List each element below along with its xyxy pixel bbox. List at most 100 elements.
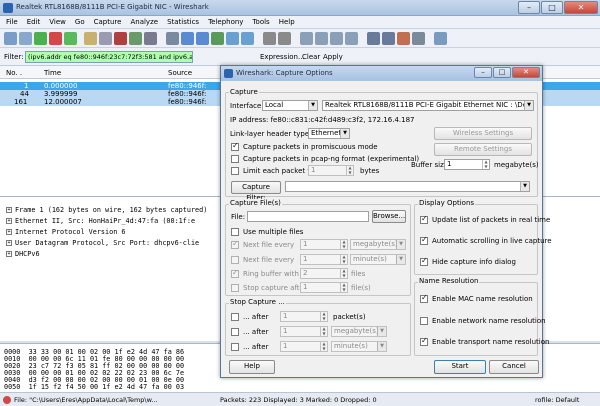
stop-after-packets-checkbox[interactable] <box>231 313 239 321</box>
detail-row-frame[interactable]: + Frame 1 (162 bytes on wire, 162 bytes c… <box>6 206 207 214</box>
network-resolution-checkbox[interactable] <box>420 317 428 325</box>
capture-filter-input[interactable]: ▼ <box>285 181 530 192</box>
promiscuous-checkbox[interactable] <box>231 141 239 151</box>
back-icon[interactable] <box>181 32 194 45</box>
maximize-button[interactable]: □ <box>541 1 563 14</box>
use-multiple-files-checkbox[interactable] <box>231 228 239 236</box>
minimize-button[interactable]: – <box>518 1 540 14</box>
menu-analyze[interactable]: Analyze <box>130 18 158 26</box>
pcapng-checkbox[interactable] <box>231 155 239 163</box>
print-icon[interactable] <box>144 32 157 45</box>
save-icon[interactable] <box>99 32 112 45</box>
last-packet-icon[interactable] <box>241 32 254 45</box>
ring-buffer-checkbox[interactable] <box>231 268 239 278</box>
next-file-time-unit-select[interactable]: minute(s) ▼ <box>350 254 406 265</box>
menu-statistics[interactable]: Statistics <box>167 18 199 26</box>
restart-capture-icon[interactable] <box>64 32 77 45</box>
colorize-icon[interactable] <box>263 32 276 45</box>
zoom-in-icon[interactable] <box>300 32 313 45</box>
auto-scroll-checkbox[interactable] <box>420 235 428 245</box>
reload-icon[interactable] <box>129 32 142 45</box>
expand-icon[interactable]: + <box>6 218 12 224</box>
menu-view[interactable]: View <box>49 18 66 26</box>
update-list-checkbox[interactable] <box>420 214 428 224</box>
expand-icon[interactable]: + <box>6 251 12 257</box>
menu-file[interactable]: File <box>6 18 18 26</box>
transport-resolution-checkbox[interactable] <box>420 336 428 346</box>
expand-icon[interactable]: + <box>6 207 12 213</box>
find-icon[interactable] <box>166 32 179 45</box>
dialog-close-button[interactable]: ✕ <box>512 67 540 78</box>
menu-capture[interactable]: Capture <box>94 18 122 26</box>
buffer-size-spinner[interactable]: 1 ▲ ▼ <box>444 159 490 170</box>
detail-row-dhcpv6[interactable]: + DHCPv6 <box>6 250 40 258</box>
status-profile[interactable]: rofile: Default <box>535 396 579 404</box>
capture-filters-icon[interactable] <box>367 32 380 45</box>
close-button[interactable]: ✕ <box>564 1 598 14</box>
coloring-rules-icon[interactable] <box>397 32 410 45</box>
next-file-time-checkbox[interactable] <box>231 256 239 264</box>
clear-button[interactable]: Clear <box>302 53 320 61</box>
next-file-size-unit-select[interactable]: megabyte(s) ▼ <box>350 239 406 250</box>
stop-after-packets-spinner[interactable]: 1 ▲ ▼ <box>280 311 328 322</box>
capture-filter-button[interactable]: Capture Filter: <box>231 181 281 202</box>
hex-row[interactable]: 0050 1f 15 f2 f4 50 00 1f e2 4d 47 fa 00… <box>4 383 184 391</box>
wireless-settings-button[interactable]: Wireless Settings <box>434 127 532 140</box>
menu-help[interactable]: Help <box>279 18 295 26</box>
stop-after-files-spinner[interactable]: 1 ▲ ▼ <box>300 282 348 293</box>
column-time[interactable]: Time <box>44 69 61 77</box>
stop-after-time-unit-select[interactable]: minute(s) ▼ <box>331 341 387 352</box>
expression-button[interactable]: Expression... <box>260 53 305 61</box>
browse-button[interactable]: Browse... <box>372 210 406 223</box>
dialog-minimize-button[interactable]: – <box>474 67 492 78</box>
hide-info-checkbox[interactable] <box>420 256 428 266</box>
preferences-icon[interactable] <box>412 32 425 45</box>
stop-after-files-checkbox[interactable] <box>231 284 239 292</box>
resize-columns-icon[interactable] <box>345 32 358 45</box>
stop-after-time-spinner[interactable]: 1 ▲ ▼ <box>280 341 328 352</box>
first-packet-icon[interactable] <box>226 32 239 45</box>
expand-icon[interactable]: + <box>6 240 12 246</box>
detail-row-ethernet[interactable]: + Ethernet II, Src: HonHaiPr_4d:47:fa (00… <box>6 217 195 225</box>
close-file-icon[interactable] <box>114 32 127 45</box>
start-capture-icon[interactable] <box>34 32 47 45</box>
link-layer-select[interactable]: Ethernet ▼ <box>308 128 350 139</box>
next-file-time-spinner[interactable]: 1 ▲ ▼ <box>300 254 348 265</box>
zoom-out-icon[interactable] <box>315 32 328 45</box>
goto-icon[interactable] <box>211 32 224 45</box>
zoom-normal-icon[interactable] <box>330 32 343 45</box>
menu-telephony[interactable]: Telephony <box>208 18 243 26</box>
stop-after-time-checkbox[interactable] <box>231 343 239 351</box>
stop-capture-icon[interactable] <box>49 32 62 45</box>
stop-after-size-unit-select[interactable]: megabyte(s) ▼ <box>331 326 387 337</box>
apply-button[interactable]: Apply <box>323 53 343 61</box>
dialog-maximize-button[interactable]: □ <box>493 67 511 78</box>
limit-packet-spinner[interactable]: 1 ▲ ▼ <box>308 165 354 176</box>
next-file-size-spinner[interactable]: 1 ▲ ▼ <box>300 239 348 250</box>
stop-after-size-checkbox[interactable] <box>231 328 239 336</box>
cancel-button[interactable]: Cancel <box>489 360 539 374</box>
menu-tools[interactable]: Tools <box>252 18 269 26</box>
menu-go[interactable]: Go <box>75 18 85 26</box>
mac-resolution-checkbox[interactable] <box>420 293 428 303</box>
help-button[interactable]: Help <box>229 360 275 374</box>
stop-after-size-spinner[interactable]: 1 ▲ ▼ <box>280 326 328 337</box>
file-input[interactable] <box>247 211 369 222</box>
limit-packet-checkbox[interactable] <box>231 167 239 175</box>
display-filters-icon[interactable] <box>382 32 395 45</box>
remote-settings-button[interactable]: Remote Settings <box>434 143 532 156</box>
ring-buffer-spinner[interactable]: 2 ▲ ▼ <box>300 268 348 279</box>
interface-type-select[interactable]: Local ▼ <box>262 100 318 111</box>
expert-info-icon[interactable] <box>3 396 11 404</box>
help-icon[interactable] <box>434 32 447 45</box>
display-filter-input[interactable]: (ipv6.addr eq fe80::946f:23c7:72f3:581 a… <box>25 51 193 63</box>
autoscroll-icon[interactable] <box>278 32 291 45</box>
detail-row-udp[interactable]: + User Datagram Protocol, Src Port: dhcpv… <box>6 239 199 247</box>
next-file-size-checkbox[interactable] <box>231 239 239 249</box>
interface-select[interactable]: Realtek RTL8168B/8111B PCI-E Gigabit Eth… <box>322 100 534 111</box>
column-source[interactable]: Source <box>168 69 192 77</box>
detail-row-ipv6[interactable]: + Internet Protocol Version 6 <box>6 228 126 236</box>
interfaces-icon[interactable] <box>4 32 17 45</box>
column-no[interactable]: No. . <box>6 69 22 77</box>
expand-icon[interactable]: + <box>6 229 12 235</box>
